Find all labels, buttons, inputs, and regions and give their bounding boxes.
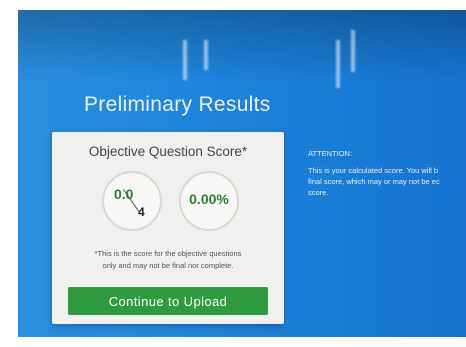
attention-text-line: score.	[308, 188, 329, 197]
glare-reflection	[336, 40, 340, 88]
score-disclaimer-line: only and may not be final nor complete.	[102, 261, 234, 270]
score-card: Objective Question Score* 0.0 4 0.00% *T…	[52, 132, 284, 324]
score-disclaimer: *This is the score for the objective que…	[66, 248, 270, 272]
score-possible: 4	[138, 205, 145, 219]
score-card-title: Objective Question Score*	[88, 144, 248, 159]
attention-text-line: This is your calculated score. You will …	[308, 166, 439, 175]
score-disclaimer-line: *This is the score for the objective que…	[94, 249, 242, 258]
attention-heading: ATTENTION:	[308, 149, 353, 158]
glare-reflection	[204, 40, 208, 70]
score-percentage: 0.00%	[189, 191, 229, 207]
app-screen: Preliminary Results Objective Question S…	[18, 10, 466, 337]
attention-panel: ATTENTION: This is your calculated score…	[308, 148, 466, 198]
attention-text-line: final score, which may or may not be ec	[308, 177, 440, 186]
score-percentage-badge: 0.00%	[179, 171, 239, 231]
score-fraction-badge: 0.0 4	[102, 171, 162, 231]
glare-reflection	[183, 40, 187, 80]
glare-reflection	[351, 30, 355, 72]
continue-to-upload-button[interactable]: Continue to Upload	[68, 287, 268, 315]
page-title: Preliminary Results	[84, 93, 271, 116]
